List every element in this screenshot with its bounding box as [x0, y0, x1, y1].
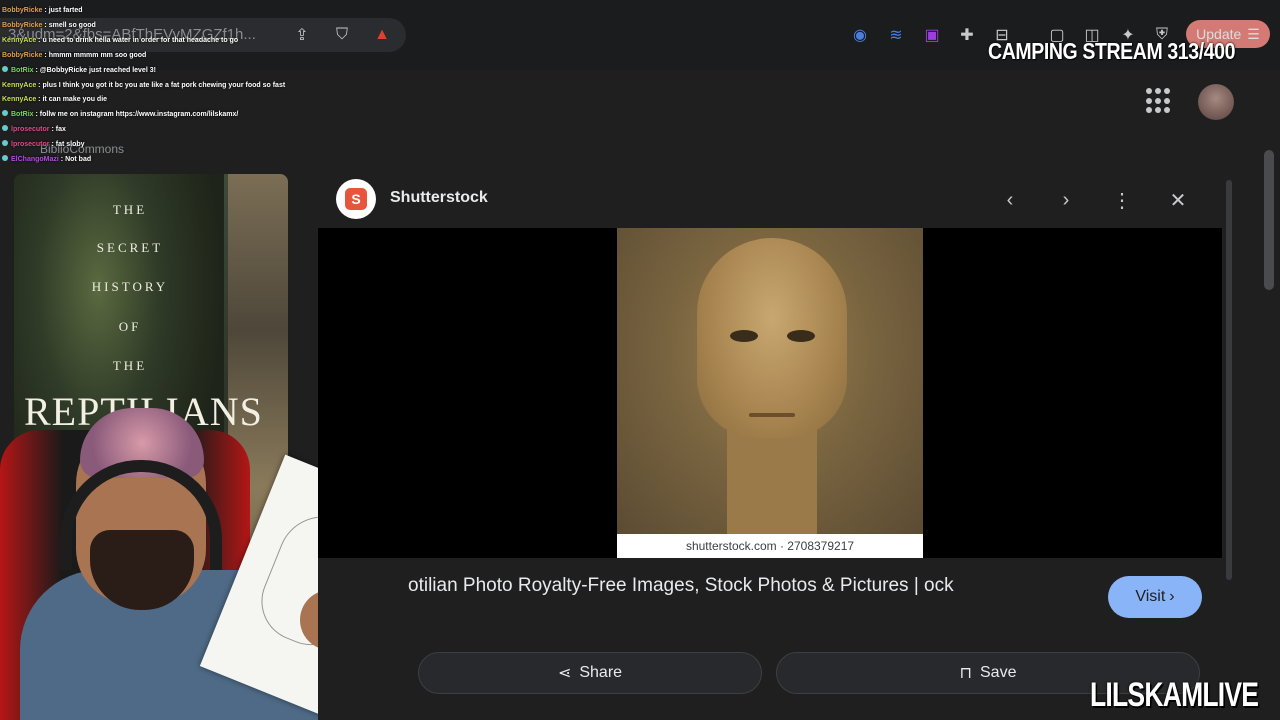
share-label: Share	[579, 664, 623, 681]
viewer-scrollbar[interactable]	[1226, 180, 1232, 580]
chat-text: fat sloby	[55, 141, 85, 149]
chat-text: @BobbyRicke just reached level 3!	[39, 66, 156, 74]
viewer-header: S Shutterstock ‹ › ⋮ ✕	[318, 172, 1222, 228]
chat-message: KennyAce : plus I think you got it bc yo…	[2, 79, 322, 94]
chat-text: fax	[55, 126, 66, 134]
chat-username: BotRix	[11, 66, 34, 74]
extension-icon-1[interactable]: ◉	[848, 23, 872, 47]
chat-text: hmmm mmmm mm soo good	[48, 51, 147, 59]
image-caption: shutterstock.com · 2708379217	[617, 534, 923, 558]
chat-message: KennyAce : u need to drink hella water i…	[2, 34, 322, 49]
chat-username: BobbyRicke	[2, 21, 43, 29]
chat-text: follw me on instagram https://www.instag…	[39, 111, 239, 119]
bookmark-icon: ⊓	[959, 665, 972, 682]
image-preview-area[interactable]: shutterstock.com · 2708379217	[318, 228, 1222, 558]
extensions-puzzle-icon[interactable]: ✚	[955, 23, 979, 47]
camping-stream-counter: CAMPING STREAM 313/400	[988, 38, 1236, 64]
book-title-line: OF	[118, 319, 142, 334]
chevron-right-icon: ›	[1169, 588, 1175, 605]
chat-username: lprosecutor	[11, 126, 50, 134]
channel-watermark: LILSKAMLIVE	[1090, 676, 1259, 714]
chat-message: BobbyRicke : smell so good	[2, 19, 322, 34]
chat-message: BotRix : follw me on instagram https://w…	[2, 108, 322, 123]
chevron-right-icon[interactable]: ›	[1052, 186, 1080, 214]
book-title-line: SECRET	[96, 240, 164, 255]
chat-message: lprosecutor : fax	[2, 123, 322, 138]
chat-text: just farted	[48, 7, 83, 14]
chat-badge-icon	[2, 140, 8, 147]
photo-neck	[727, 428, 817, 534]
avatar[interactable]	[1198, 84, 1234, 120]
chat-message: BobbyRicke : just farted	[2, 4, 322, 19]
chat-text: smell so good	[48, 21, 96, 29]
chat-message: KennyAce : it can make you die	[2, 93, 322, 108]
chat-username: ElChangoMazi	[11, 156, 59, 164]
chat-message: lprosecutor : fat sloby	[2, 138, 322, 153]
result-title[interactable]: otilian Photo Royalty-Free Images, Stock…	[318, 572, 1098, 600]
chat-text: it can make you die	[42, 96, 108, 104]
chat-badge-icon	[2, 155, 8, 162]
chat-message: BobbyRicke : hmmm mmmm mm soo good	[2, 49, 322, 64]
photo-eye-right	[787, 330, 815, 342]
reptilian-photo[interactable]	[617, 228, 923, 534]
site-name[interactable]: Shutterstock	[390, 189, 488, 207]
photo-face	[697, 238, 847, 438]
chat-badge-icon	[2, 110, 8, 117]
chat-username: BobbyRicke	[2, 7, 43, 14]
book-title-line: THE	[112, 202, 148, 217]
chat-badge-icon	[2, 125, 8, 132]
share-button[interactable]: ⋖ Share	[418, 652, 762, 694]
screen: 3&udm=2&fbs=ABfThEVyMZGZf1h... ⇪ ⛉ ▲ ◉ ≋…	[0, 0, 1280, 720]
close-icon[interactable]: ✕	[1164, 186, 1192, 214]
apps-grid-icon[interactable]	[1146, 88, 1172, 114]
chat-text: plus I think you got it bc you ate like …	[42, 81, 286, 89]
shutterstock-logo-icon: S	[336, 179, 376, 219]
visit-label: Visit	[1135, 588, 1166, 605]
menu-icon: ☰	[1247, 25, 1260, 42]
visit-button[interactable]: Visit ›	[1108, 576, 1202, 618]
chat-username: BotRix	[11, 111, 34, 119]
extension-icon-2[interactable]: ≋	[884, 23, 908, 47]
book-title-line: THE	[112, 358, 148, 373]
image-viewer-panel: S Shutterstock ‹ › ⋮ ✕ shutterstock.com …	[318, 172, 1222, 720]
book-title-line: HISTORY	[91, 279, 169, 294]
brave-rewards-icon[interactable]: ▲	[370, 23, 394, 47]
photo-mouth	[749, 413, 795, 417]
save-label: Save	[980, 664, 1017, 681]
chat-username: KennyAce	[2, 81, 37, 89]
brave-shield-icon[interactable]: ⛉	[330, 23, 354, 47]
chat-message: ElChangoMazi : Not bad	[2, 153, 322, 168]
photo-eye-left	[730, 330, 758, 342]
chat-text: Not bad	[65, 156, 92, 164]
more-vert-icon[interactable]: ⋮	[1108, 186, 1136, 214]
chat-username: KennyAce	[2, 36, 37, 44]
chat-username: BobbyRicke	[2, 51, 43, 59]
chat-badge-icon	[2, 65, 8, 72]
chat-username: lprosecutor	[11, 141, 50, 149]
chat-overlay: BobbyRicke : just farted BobbyRicke : sme…	[2, 4, 322, 168]
chat-message: BotRix : @BobbyRicke just reached level …	[2, 64, 322, 79]
logo-glyph: S	[345, 188, 367, 210]
twitch-icon[interactable]: ▣	[920, 23, 944, 47]
chat-text: u need to drink hella water in order for…	[42, 36, 239, 44]
page-scrollbar[interactable]	[1264, 150, 1274, 290]
share-icon: ⋖	[557, 665, 572, 682]
chevron-left-icon[interactable]: ‹	[996, 186, 1024, 214]
chat-username: KennyAce	[2, 96, 37, 104]
